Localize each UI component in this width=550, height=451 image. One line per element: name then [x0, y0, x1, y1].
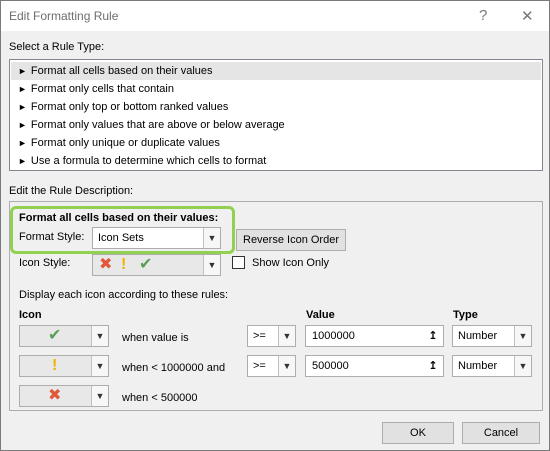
rule-description-label: Edit the Rule Description:: [9, 185, 134, 197]
chevron-down-icon: ▼: [203, 228, 220, 248]
chevron-down-icon: ▼: [91, 356, 108, 376]
rule-type-item[interactable]: ► Format only cells that contain: [11, 80, 541, 98]
chevron-down-icon: ▼: [514, 356, 531, 376]
rule-1-text: when value is: [122, 332, 189, 344]
rule-3-icon-select[interactable]: ✖ ▼: [19, 385, 109, 407]
rule-type-list[interactable]: ► Format all cells based on their values …: [9, 59, 543, 171]
rule-type-item[interactable]: ► Use a formula to determine which cells …: [11, 152, 541, 170]
help-button[interactable]: ?: [479, 7, 487, 24]
arrow-icon: ►: [18, 66, 27, 76]
title-bar: Edit Formatting Rule ? ✕: [1, 1, 549, 31]
ok-button[interactable]: OK: [382, 422, 454, 444]
rule-1-type-select[interactable]: Number ▼: [452, 325, 532, 347]
chevron-down-icon: ▼: [278, 326, 295, 346]
rule-2-operator-select[interactable]: >= ▼: [247, 355, 296, 377]
cancel-button[interactable]: Cancel: [462, 422, 540, 444]
exclamation-icon: !: [121, 256, 127, 273]
collapse-dialog-icon[interactable]: ↥: [425, 358, 441, 374]
reverse-icon-order-button[interactable]: Reverse Icon Order: [236, 229, 346, 251]
rule-2-value-input[interactable]: 500000 ↥: [305, 355, 444, 377]
chevron-down-icon: ▼: [91, 386, 108, 406]
show-icon-only-label: Show Icon Only: [252, 257, 330, 269]
icon-style-select[interactable]: ✖ ! ✔ ▼: [92, 254, 221, 276]
rule-3-text: when < 500000: [122, 392, 198, 404]
rule-2-icon-select[interactable]: ! ▼: [19, 355, 109, 377]
check-icon: ✔: [48, 327, 62, 344]
rule-type-item[interactable]: ► Format all cells based on their values: [11, 62, 541, 80]
rule-type-item[interactable]: ► Format only values that are above or be…: [11, 116, 541, 134]
rule-1-operator-select[interactable]: >= ▼: [247, 325, 296, 347]
arrow-icon: ►: [18, 156, 27, 166]
cross-icon: ✖: [48, 387, 62, 404]
display-rules-label: Display each icon according to these rul…: [19, 289, 229, 301]
chevron-down-icon: ▼: [91, 326, 108, 346]
rule-2-type-select[interactable]: Number ▼: [452, 355, 532, 377]
show-icon-only-checkbox[interactable]: [232, 256, 245, 269]
chevron-down-icon: ▼: [278, 356, 295, 376]
arrow-icon: ►: [18, 84, 27, 94]
rule-1-icon-select[interactable]: ✔ ▼: [19, 325, 109, 347]
cross-icon: ✖: [99, 256, 113, 273]
col-icon-header: Icon: [19, 309, 42, 321]
collapse-dialog-icon[interactable]: ↥: [425, 328, 441, 344]
dialog-title: Edit Formatting Rule: [9, 9, 119, 23]
icon-style-label: Icon Style:: [19, 257, 71, 269]
col-type-header: Type: [453, 309, 478, 321]
check-icon: ✔: [139, 256, 153, 273]
exclamation-icon: !: [52, 357, 58, 374]
format-style-select[interactable]: Icon Sets ▼: [92, 227, 221, 249]
chevron-down-icon: ▼: [203, 255, 220, 275]
close-button[interactable]: ✕: [521, 7, 534, 25]
chevron-down-icon: ▼: [514, 326, 531, 346]
format-heading: Format all cells based on their values:: [19, 212, 219, 224]
rule-type-item[interactable]: ► Format only top or bottom ranked values: [11, 98, 541, 116]
rule-type-item[interactable]: ► Format only unique or duplicate values: [11, 134, 541, 152]
rule-2-text: when < 1000000 and: [122, 362, 226, 374]
format-style-label: Format Style:: [19, 231, 85, 243]
arrow-icon: ►: [18, 138, 27, 148]
arrow-icon: ►: [18, 102, 27, 112]
edit-formatting-rule-dialog: Edit Formatting Rule ? ✕ Select a Rule T…: [0, 0, 550, 451]
rule-type-label: Select a Rule Type:: [9, 41, 105, 53]
arrow-icon: ►: [18, 120, 27, 130]
rule-1-value-input[interactable]: 1000000 ↥: [305, 325, 444, 347]
col-value-header: Value: [306, 309, 335, 321]
